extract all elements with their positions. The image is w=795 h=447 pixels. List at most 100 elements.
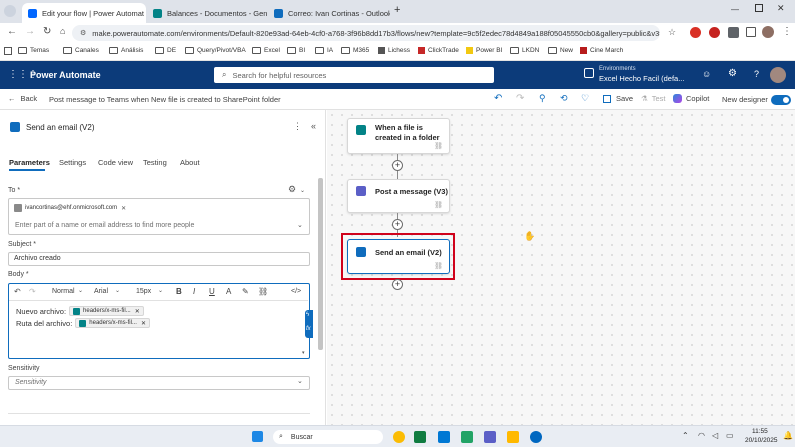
user-avatar[interactable]: [770, 67, 786, 83]
link-icon[interactable]: ⛓: [258, 287, 268, 296]
redo-icon[interactable]: ↷: [29, 287, 36, 296]
bookmark-item[interactable]: IA: [315, 47, 333, 54]
health-icon[interactable]: ♡: [581, 93, 589, 104]
fx-icon[interactable]: fx: [306, 326, 311, 332]
font-color-icon[interactable]: A: [226, 287, 231, 296]
search-box[interactable]: ⌕ Search for helpful resources: [214, 67, 494, 83]
more-icon[interactable]: ⋮: [293, 121, 302, 132]
window-close-button[interactable]: ✕: [777, 3, 785, 14]
flow-checker-icon[interactable]: ⚲: [539, 93, 546, 104]
save-button[interactable]: Save: [603, 94, 633, 103]
flow-step-teams[interactable]: Post a message (V3) ⛓: [347, 179, 450, 213]
bookmark-item[interactable]: Lichess: [378, 47, 410, 54]
lightning-icon[interactable]: ϟ: [306, 312, 309, 318]
font-dropdown[interactable]: Arial: [94, 288, 108, 295]
tab-code-view[interactable]: Code view: [98, 158, 133, 167]
tab-settings[interactable]: Settings: [59, 158, 86, 167]
bookmark-star-icon[interactable]: ☆: [668, 27, 676, 38]
test-button[interactable]: ⚗ Test: [641, 94, 666, 103]
bookmark-item[interactable]: Cine March: [580, 47, 623, 54]
url-field[interactable]: ⚙ make.powerautomate.com/environments/De…: [72, 25, 660, 41]
environment-picker[interactable]: Excel Hecho Facil (defa...: [599, 74, 684, 83]
bookmark-item[interactable]: Query/Pivot/VBA: [185, 47, 246, 54]
bookmark-item[interactable]: DE: [155, 47, 176, 54]
excel-icon[interactable]: [414, 431, 426, 443]
bookmark-item[interactable]: M365: [341, 47, 369, 54]
remove-chip-icon[interactable]: ✕: [135, 308, 140, 315]
bookmark-item[interactable]: Canales: [63, 47, 99, 54]
dynamic-content-token[interactable]: headers/x-ms-fil... ✕: [69, 306, 144, 316]
notification-icon[interactable]: 🔔: [783, 431, 793, 440]
tab-search-icon[interactable]: [4, 5, 16, 17]
remove-chip-icon[interactable]: ✕: [141, 320, 146, 327]
battery-icon[interactable]: ▭: [726, 431, 734, 440]
bookmark-item[interactable]: BI: [287, 47, 305, 54]
excel-icon[interactable]: [461, 431, 473, 443]
copilot-button[interactable]: Copilot: [673, 94, 709, 103]
maximize-button[interactable]: [755, 4, 763, 12]
redo-icon[interactable]: ↷: [516, 93, 524, 104]
chevron-down-icon[interactable]: ⌄: [297, 221, 303, 229]
sensitivity-dropdown[interactable]: Sensitivity ⌄: [8, 376, 310, 390]
extension-icon[interactable]: [690, 27, 701, 38]
tab-outlook[interactable]: Correo: Ivan Cortinas - Outlook ✕: [268, 3, 390, 23]
bookmark-item[interactable]: ClickTrade: [418, 47, 459, 54]
bookmark-item[interactable]: Power BI: [466, 47, 502, 54]
undo-icon[interactable]: ↶: [14, 287, 21, 296]
teams-icon[interactable]: [484, 431, 496, 443]
italic-button[interactable]: I: [193, 287, 195, 296]
forward-arrow-icon[interactable]: →: [25, 26, 35, 37]
wifi-icon[interactable]: ◠: [698, 431, 705, 440]
bookmark-item[interactable]: New: [548, 47, 573, 54]
to-field[interactable]: ivancortinas@ehf.onmicrosoft.com ✕ Enter…: [8, 198, 310, 235]
size-dropdown[interactable]: 15px: [136, 288, 151, 295]
site-info-icon[interactable]: ⚙: [80, 29, 86, 37]
history-icon[interactable]: ⟲: [560, 93, 568, 104]
highlight-icon[interactable]: ✎: [242, 287, 249, 296]
panel-scrollbar[interactable]: [318, 178, 323, 350]
back-arrow-icon[interactable]: ←: [7, 26, 17, 37]
bookmark-item[interactable]: Temas: [18, 47, 49, 54]
collapse-panel-icon[interactable]: «: [311, 121, 316, 131]
file-explorer-icon[interactable]: [507, 431, 519, 443]
underline-button[interactable]: U: [209, 287, 215, 296]
feedback-icon[interactable]: ☺: [702, 69, 711, 79]
extension-icon[interactable]: [709, 27, 720, 38]
reload-icon[interactable]: ↻: [43, 26, 51, 37]
to-input[interactable]: Enter part of a name or email address to…: [15, 222, 194, 229]
flow-canvas[interactable]: When a file is created in a folder ⛓ + P…: [327, 110, 795, 425]
windows-start-icon[interactable]: [252, 431, 263, 442]
profile-avatar[interactable]: [762, 26, 774, 38]
minimize-button[interactable]: —: [731, 5, 739, 14]
close-icon[interactable]: ✕: [144, 9, 146, 18]
remove-chip-icon[interactable]: ✕: [121, 205, 126, 212]
tab-power-automate[interactable]: Edit your flow | Power Automat ✕: [22, 3, 146, 23]
chevron-down-icon[interactable]: ⌄: [300, 187, 305, 194]
help-icon[interactable]: ?: [754, 69, 759, 79]
chevron-up-icon[interactable]: ⌃: [682, 431, 689, 440]
style-dropdown[interactable]: Normal: [52, 288, 75, 295]
settings-gear-icon[interactable]: ⚙: [728, 68, 737, 79]
tab-parameters[interactable]: Parameters: [9, 158, 50, 167]
bookmark-item[interactable]: Análisis: [109, 47, 143, 54]
new-tab-button[interactable]: +: [394, 4, 400, 16]
more-icon[interactable]: ⋮: [782, 26, 792, 37]
flow-step-send-email[interactable]: Send an email (V2) ⛓: [347, 239, 450, 274]
add-step-button[interactable]: +: [392, 219, 403, 230]
puzzle-icon[interactable]: [746, 27, 756, 37]
edge-icon[interactable]: [530, 431, 542, 443]
tab-testing[interactable]: Testing: [143, 158, 167, 167]
volume-icon[interactable]: ◁: [712, 431, 718, 440]
chrome-icon[interactable]: [393, 431, 405, 443]
add-step-button[interactable]: +: [392, 279, 403, 290]
back-button[interactable]: ← Back: [8, 94, 37, 103]
tab-balances[interactable]: Balances - Documentos - Gene ✕: [147, 3, 267, 23]
home-icon[interactable]: ⌂: [60, 26, 65, 36]
tab-about[interactable]: About: [180, 158, 200, 167]
bookmark-item[interactable]: Excel: [252, 47, 280, 54]
add-step-button[interactable]: +: [392, 160, 403, 171]
gear-icon[interactable]: ⚙: [288, 184, 296, 195]
outlook-icon[interactable]: [438, 431, 450, 443]
flow-step-trigger[interactable]: When a file is created in a folder ⛓: [347, 118, 450, 154]
bold-button[interactable]: B: [176, 287, 182, 296]
